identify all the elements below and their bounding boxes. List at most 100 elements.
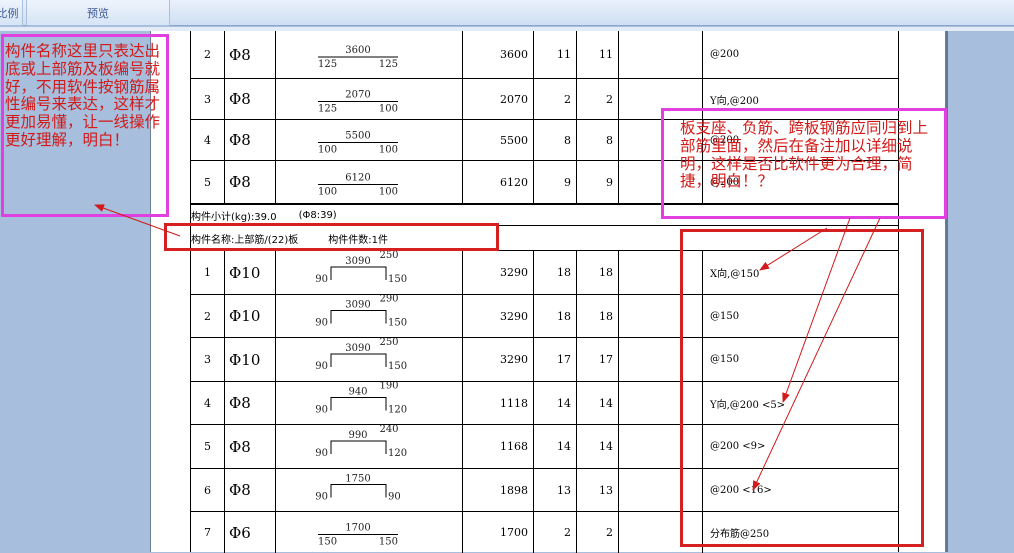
cell-dia: Φ8 <box>225 79 276 120</box>
cell-length: 1898 <box>463 469 534 512</box>
rebar-left-dim: 150 <box>318 537 337 548</box>
rebar-top-dim: 990 <box>348 430 367 441</box>
cell-count: 9 <box>534 161 577 204</box>
cell-shape: 6120 100 100 <box>276 161 463 204</box>
rebar-right-dim: 150 <box>388 361 407 372</box>
cell-count: 2 <box>534 512 577 553</box>
preview-button[interactable]: 预览 <box>26 0 170 26</box>
rebar-top-dim: 1700 <box>345 523 370 534</box>
rebar-top-dim: 6120 <box>345 173 370 184</box>
cell-idx: 5 <box>191 425 225 469</box>
cell-shape: 1750 90 90 <box>276 469 463 512</box>
rebar-shape-diagram: 3090 290 90 150 <box>315 295 407 329</box>
cell-dia: Φ8 <box>225 161 276 204</box>
rebar-right-dim: 100 <box>379 187 398 198</box>
cell-total: 14 <box>577 425 619 469</box>
rebar-left-dim: 90 <box>315 318 328 329</box>
cell-length: 6120 <box>463 161 534 204</box>
cell-shape: 3090 250 90 150 <box>276 338 463 382</box>
cell-shape: 1700 150 150 <box>276 512 463 553</box>
rebar-top-dim: 2070 <box>345 90 370 101</box>
cell-note: @200 <box>703 31 899 79</box>
rebar-right-dim: 120 <box>388 405 407 416</box>
right-annotation-text: 板支座、负筋、跨板钢筋应同归到上部筋里面，然后在备注加以详细说明，这样是否比软件… <box>680 119 929 191</box>
cell-length: 1118 <box>463 382 534 425</box>
rebar-shape-diagram: 3090 250 90 150 <box>315 251 407 285</box>
rebar-hook-line <box>330 266 387 280</box>
rebar-top-dim: 1750 <box>345 474 370 485</box>
cell-total: 8 <box>577 120 619 161</box>
cell-total: 9 <box>577 161 619 204</box>
cell-dia: Φ8 <box>225 425 276 469</box>
rebar-left-dim: 100 <box>318 145 337 156</box>
cell-empty <box>619 31 703 79</box>
cell-dia: Φ10 <box>225 295 276 338</box>
subtotal-detail: (Φ8:39) <box>298 209 337 221</box>
cell-total: 17 <box>577 338 619 382</box>
cell-dia: Φ8 <box>225 31 276 79</box>
cell-length: 5500 <box>463 120 534 161</box>
cell-count: 18 <box>534 295 577 338</box>
rebar-top-dim: 3090 <box>345 256 370 267</box>
cell-dia: Φ6 <box>225 512 276 553</box>
rebar-hook-line <box>330 397 387 411</box>
cell-total: 2 <box>577 512 619 553</box>
cell-idx: 1 <box>191 251 225 295</box>
cell-idx: 7 <box>191 512 225 553</box>
cell-shape: 2070 125 100 <box>276 79 463 120</box>
cell-dia: Φ8 <box>225 382 276 425</box>
rebar-left-dim: 90 <box>315 274 328 285</box>
rebar-top-dim: 3090 <box>345 300 370 311</box>
cell-shape: 3090 250 90 150 <box>276 251 463 295</box>
rebar-shape-diagram: 1750 90 90 <box>315 474 401 503</box>
rebar-top-dim-2: 250 <box>379 338 398 348</box>
cell-shape: 3090 290 90 150 <box>276 295 463 338</box>
rebar-left-dim: 125 <box>318 59 337 70</box>
cell-count: 8 <box>534 120 577 161</box>
ratio-button[interactable]: 比例 <box>0 0 23 26</box>
rebar-left-dim: 90 <box>315 361 328 372</box>
rebar-left-dim: 90 <box>315 405 328 416</box>
cell-length: 3290 <box>463 295 534 338</box>
cell-count: 11 <box>534 31 577 79</box>
rebar-left-dim: 90 <box>315 492 328 503</box>
rebar-shape-diagram: 3600 125 125 <box>318 45 398 70</box>
rebar-shape-diagram: 3090 250 90 150 <box>315 338 407 372</box>
cell-shape: 5500 100 100 <box>276 120 463 161</box>
rebar-left-dim: 90 <box>315 448 328 459</box>
cell-dia: Φ8 <box>225 120 276 161</box>
rebar-shape-diagram: 6120 100 100 <box>318 173 398 198</box>
cell-total: 2 <box>577 79 619 120</box>
cell-idx: 6 <box>191 469 225 512</box>
rebar-shape-diagram: 940 190 90 120 <box>315 382 407 416</box>
cell-dia: Φ10 <box>225 338 276 382</box>
cell-total: 18 <box>577 295 619 338</box>
rebar-right-dim: 150 <box>388 318 407 329</box>
rebar-right-dim: 150 <box>388 274 407 285</box>
component-name-highlight <box>164 223 499 251</box>
cell-length: 1168 <box>463 425 534 469</box>
cell-total: 14 <box>577 382 619 425</box>
rebar-shape-diagram: 990 240 90 120 <box>315 425 407 459</box>
rebar-right-dim: 100 <box>379 145 398 156</box>
rebar-hook-line <box>330 440 387 454</box>
cell-count: 13 <box>534 469 577 512</box>
rebar-right-dim: 120 <box>388 448 407 459</box>
cell-idx: 4 <box>191 382 225 425</box>
rebar-right-dim: 90 <box>388 492 401 503</box>
rebar-right-dim: 125 <box>379 59 398 70</box>
rebar-top-dim: 5500 <box>345 131 370 142</box>
cell-count: 2 <box>534 79 577 120</box>
rebar-hook-line <box>330 310 387 324</box>
cell-length: 1700 <box>463 512 534 553</box>
ribbon-toolbar: 比例 预览 <box>0 0 1014 26</box>
cell-shape: 3600 125 125 <box>276 31 463 79</box>
left-annotation-text: 构件名称这里只表达出底或上部筋及板编号就好，不用软件按钢筋属性编号来表达，这样才… <box>5 42 161 149</box>
rebar-top-dim: 3090 <box>345 343 370 354</box>
cell-total: 13 <box>577 469 619 512</box>
cell-total: 18 <box>577 251 619 295</box>
rebar-top-dim-2: 190 <box>379 382 398 392</box>
cell-count: 17 <box>534 338 577 382</box>
cell-shape: 940 190 90 120 <box>276 382 463 425</box>
cell-count: 14 <box>534 382 577 425</box>
